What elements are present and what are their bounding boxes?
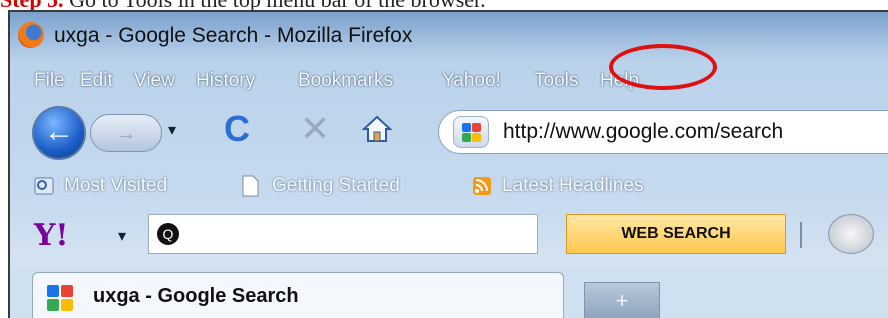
bookmark-getting-started[interactable]: Getting Started [272,175,400,197]
web-search-button[interactable]: WEB SEARCH [566,214,786,254]
url-text[interactable]: http://www.google.com/search [503,120,783,144]
instruction-caption: Step 5. Go to Tools in the top menu bar … [0,0,888,12]
window-title: uxga - Google Search - Mozilla Firefox [54,24,413,47]
yahoo-logo[interactable]: Y! [34,218,69,253]
home-icon[interactable] [362,114,392,144]
tab-label: uxga - Google Search [93,285,299,307]
tab-strip: uxga - Google Search + [10,266,888,318]
history-dropdown-icon[interactable]: ▾ [168,120,176,140]
page-icon [242,175,259,197]
title-bar: uxga - Google Search - Mozilla Firefox [10,12,888,60]
url-bar[interactable]: http://www.google.com/search [438,110,888,154]
google-favicon-icon [47,285,81,311]
bookmark-latest-headlines[interactable]: Latest Headlines [502,175,644,197]
navigation-toolbar: ← → ▾ C ✕ http://www.google.com/search [10,102,888,166]
bookmarks-icon [34,177,54,195]
back-button[interactable]: ← [32,106,86,160]
menu-edit[interactable]: Edit [80,70,113,92]
yahoo-search-input[interactable]: Q [148,214,538,254]
tab-google-search[interactable]: uxga - Google Search [32,272,564,318]
stop-icon[interactable]: ✕ [300,108,330,150]
menu-history[interactable]: History [196,70,255,92]
yahoo-toolbar: Y! ▾ Q WEB SEARCH [10,208,888,264]
menu-bookmarks[interactable]: Bookmarks [298,70,393,92]
bookmark-most-visited[interactable]: Most Visited [64,175,167,197]
yahoo-mail-icon[interactable] [828,214,874,254]
firefox-logo-icon [18,22,44,48]
yahoo-dropdown-icon[interactable]: ▾ [118,226,126,246]
forward-button[interactable]: → [90,114,162,152]
google-favicon-icon[interactable] [453,116,489,148]
menu-file[interactable]: File [34,70,65,92]
bookmarks-toolbar: Most Visited Getting Started Latest Head… [10,168,888,206]
menu-yahoo[interactable]: Yahoo! [442,70,501,92]
reload-icon[interactable]: C [224,108,250,150]
menu-view[interactable]: View [134,70,175,92]
browser-window: uxga - Google Search - Mozilla Firefox F… [8,10,888,318]
rss-icon [473,177,491,195]
tools-highlight-annotation [609,44,717,90]
menu-tools[interactable]: Tools [534,70,578,92]
menu-bar: File Edit View History Bookmarks Yahoo! … [10,62,888,100]
search-icon: Q [157,223,179,245]
toolbar-divider [800,222,802,248]
new-tab-button[interactable]: + [584,282,660,318]
